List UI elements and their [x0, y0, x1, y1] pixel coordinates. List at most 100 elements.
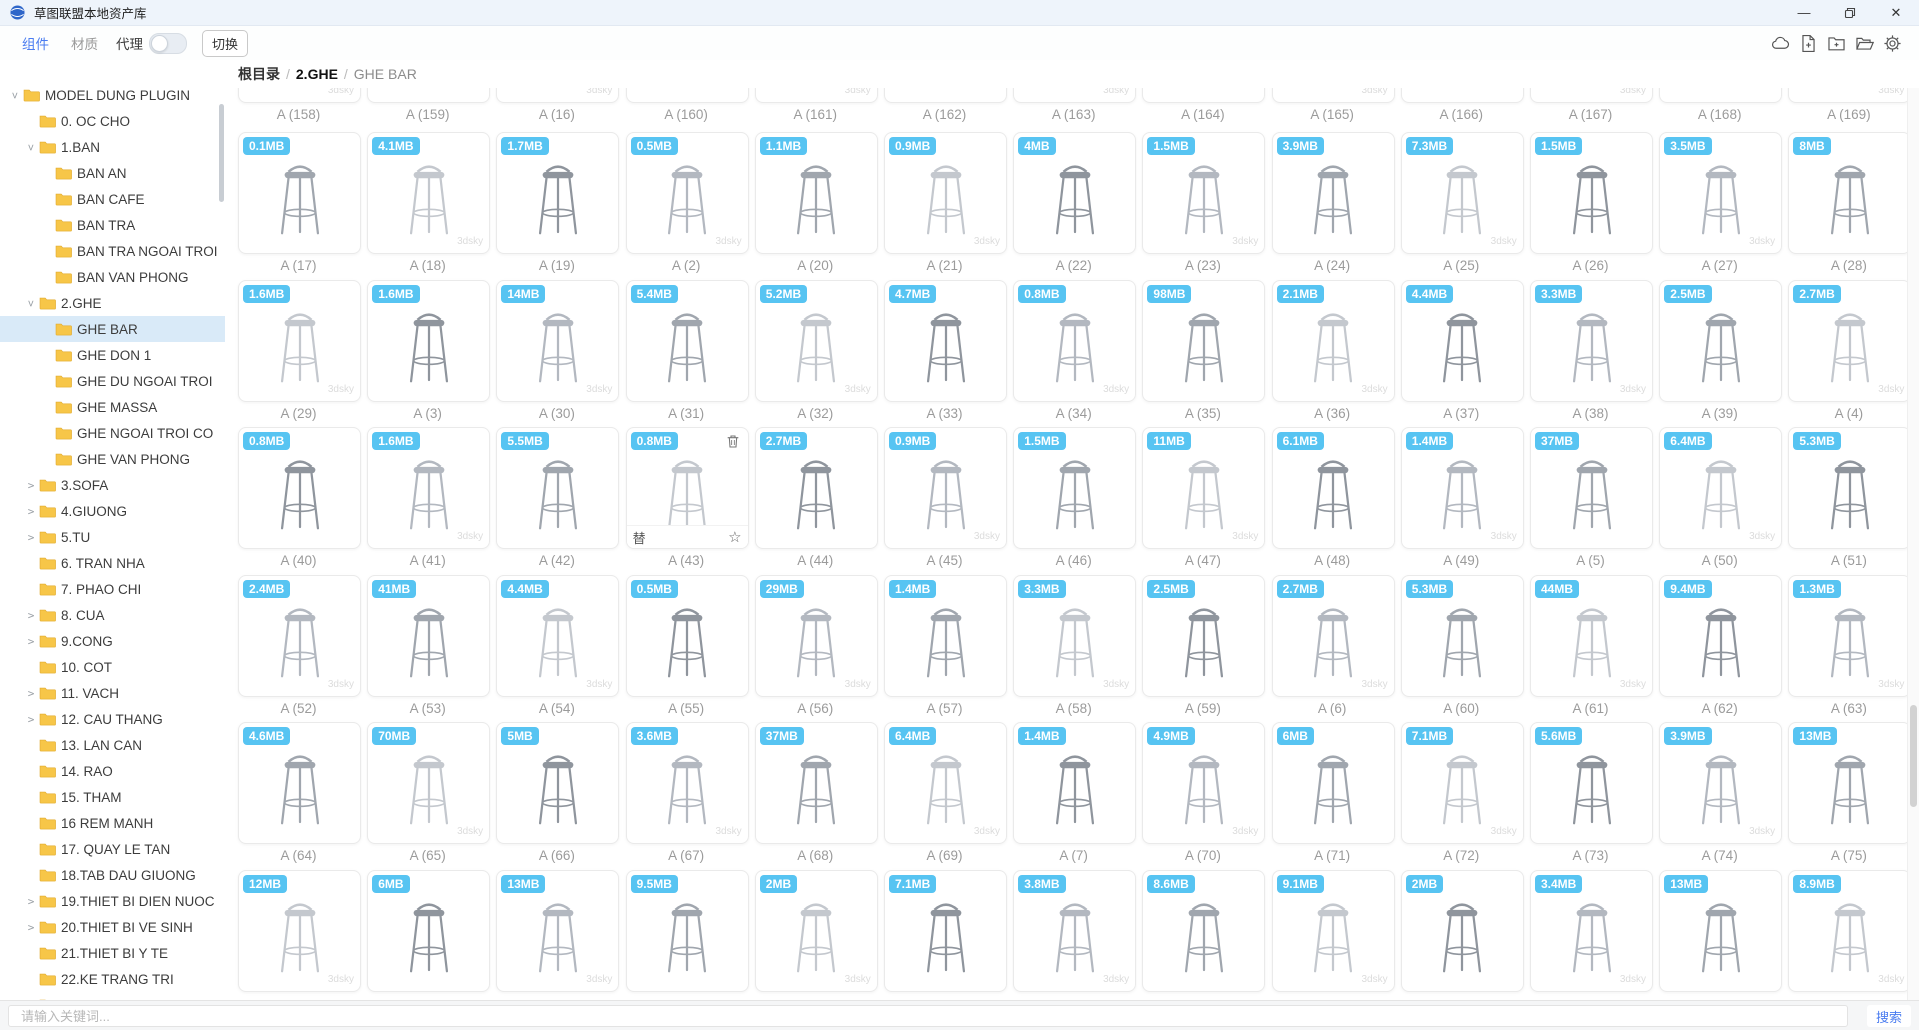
asset-card[interactable]: 6MB [1272, 722, 1395, 844]
asset-card[interactable]: 3dsky29MB [755, 575, 878, 697]
star-icon[interactable]: ☆ [728, 528, 741, 546]
sidebar-item[interactable]: >4.GIUONG [0, 498, 225, 524]
chevron-icon[interactable]: > [24, 921, 38, 934]
asset-card[interactable]: 1.4MB [1013, 722, 1136, 844]
asset-card[interactable]: 13MB [1659, 870, 1782, 992]
asset-card[interactable]: 3dsky7.1MB [1401, 722, 1524, 844]
asset-card[interactable]: 1.7MB [496, 132, 619, 254]
sidebar-item[interactable]: 22.KE TRANG TRI [0, 966, 225, 992]
tab-materials[interactable]: 材质 [71, 33, 98, 53]
sidebar-item[interactable]: 14. RAO [0, 758, 225, 784]
trash-icon[interactable] [725, 433, 741, 449]
asset-card[interactable]: 0.8MB [238, 427, 361, 549]
sidebar-item[interactable]: >1.BAN [0, 134, 225, 160]
chevron-icon[interactable]: > [24, 687, 38, 700]
asset-card[interactable]: 5.3MB [1401, 575, 1524, 697]
sidebar-item[interactable]: >3.SOFA [0, 472, 225, 498]
sidebar-item[interactable]: >11. VACH [0, 680, 225, 706]
asset-card[interactable]: 3dsky3.8MB [1013, 870, 1136, 992]
sidebar-item[interactable]: 10. COT [0, 654, 225, 680]
sidebar-item[interactable]: 16 REM MANH [0, 810, 225, 836]
asset-card[interactable]: 3dsky13MB [496, 870, 619, 992]
asset-card[interactable]: 3.9MB [1272, 132, 1395, 254]
chevron-icon[interactable]: > [25, 140, 38, 154]
asset-card[interactable]: 3dsky11MB [1142, 427, 1265, 549]
folder-open-icon[interactable] [1855, 34, 1874, 53]
asset-card[interactable]: 0.5MB [626, 575, 749, 697]
asset-card[interactable]: 6.1MB [1272, 427, 1395, 549]
sidebar-tree[interactable]: >MODEL DUNG PLUGIN0. OC CHO>1.BANBAN ANB… [0, 60, 226, 1000]
asset-card[interactable]: 4.4MB [1401, 280, 1524, 402]
asset-card[interactable]: 2.5MB [1659, 280, 1782, 402]
chevron-icon[interactable]: > [24, 635, 38, 648]
sidebar-item[interactable]: BAN TRA [0, 212, 225, 238]
sidebar-item[interactable]: >5.TU [0, 524, 225, 550]
sidebar-item[interactable]: >MODEL DUNG PLUGIN [0, 82, 225, 108]
asset-card[interactable]: 1.1MB [755, 132, 878, 254]
asset-card[interactable]: 3dsky6.4MB [884, 722, 1007, 844]
close-button[interactable]: ✕ [1873, 0, 1919, 25]
chevron-icon[interactable]: > [24, 609, 38, 622]
sidebar-item[interactable]: 15. THAM [0, 784, 225, 810]
asset-card[interactable]: 5MB [496, 722, 619, 844]
asset-card[interactable]: 37MB [755, 722, 878, 844]
sidebar-item[interactable]: GHE DON 1 [0, 342, 225, 368]
asset-card[interactable]: 3dsky1.3MB [1788, 575, 1911, 697]
asset-card[interactable]: 2.5MB [1142, 575, 1265, 697]
asset-card[interactable]: 4.7MB [884, 280, 1007, 402]
asset-card[interactable]: 8.6MB [1142, 870, 1265, 992]
sidebar-item[interactable]: BAN TRA NGOAI TROI [0, 238, 225, 264]
sidebar-item[interactable]: 13. LAN CAN [0, 732, 225, 758]
sidebar-item[interactable]: 18.TAB DAU GIUONG [0, 862, 225, 888]
asset-card[interactable]: 1.6MB [367, 280, 490, 402]
asset-card[interactable]: 5.3MB [1788, 427, 1911, 549]
breadcrumb-root[interactable]: 根目录 [238, 64, 280, 84]
asset-card[interactable]: 3dsky3.9MB [1659, 722, 1782, 844]
asset-card[interactable]: 3dsky2MB [755, 870, 878, 992]
chevron-icon[interactable]: > [24, 895, 38, 908]
breadcrumb-category[interactable]: 2.GHE [296, 66, 338, 82]
settings-icon[interactable] [1883, 34, 1902, 53]
asset-card[interactable]: 13MB [1788, 722, 1911, 844]
sidebar-item[interactable]: GHE DU NGOAI TROI [0, 368, 225, 394]
sidebar-item[interactable]: 17. QUAY LE TAN [0, 836, 225, 862]
asset-card[interactable]: 7.1MB [884, 870, 1007, 992]
sidebar-item[interactable]: >19.THIET BI DIEN NUOC [0, 888, 225, 914]
sidebar-item[interactable]: >9.CONG [0, 628, 225, 654]
proxy-toggle[interactable] [149, 33, 187, 54]
asset-card[interactable]: 3dsky0.8MB替☆ [626, 427, 749, 549]
sidebar-item[interactable]: BAN CAFE [0, 186, 225, 212]
asset-card[interactable]: 3dsky3.5MB [1659, 132, 1782, 254]
sidebar-item[interactable]: >20.THIET BI VE SINH [0, 914, 225, 940]
chevron-icon[interactable]: > [24, 479, 38, 492]
asset-card[interactable]: 3dsky5.2MB [755, 280, 878, 402]
asset-card[interactable]: 1.4MB [884, 575, 1007, 697]
maximize-button[interactable] [1827, 0, 1873, 25]
cloud-icon[interactable] [1771, 34, 1790, 53]
asset-card[interactable]: 3dsky8.9MB [1788, 870, 1911, 992]
chevron-icon[interactable]: > [24, 531, 38, 544]
asset-card[interactable]: 3dsky3.6MB [626, 722, 749, 844]
asset-card[interactable]: 5.4MB [626, 280, 749, 402]
asset-card[interactable]: 3dsky2.7MB [1272, 575, 1395, 697]
asset-card[interactable]: 3dsky4.4MB [496, 575, 619, 697]
file-add-icon[interactable] [1799, 34, 1818, 53]
asset-card[interactable]: 3dsky14MB [496, 280, 619, 402]
sidebar-item[interactable]: 0. OC CHO [0, 108, 225, 134]
asset-card[interactable]: 3dsky44MB [1530, 575, 1653, 697]
chevron-icon[interactable]: > [9, 88, 22, 102]
chevron-icon[interactable]: > [25, 296, 38, 310]
asset-card[interactable]: 3dsky4.1MB [367, 132, 490, 254]
minimize-button[interactable]: — [1781, 0, 1827, 25]
asset-card[interactable]: 3dsky4.9MB [1142, 722, 1265, 844]
asset-card[interactable]: 98MB [1142, 280, 1265, 402]
asset-card[interactable]: 6MB [367, 870, 490, 992]
sidebar-item[interactable]: BAN VAN PHONG [0, 264, 225, 290]
sidebar-item[interactable]: BAN AN [0, 160, 225, 186]
folder-add-icon[interactable] [1827, 34, 1846, 53]
asset-card[interactable]: 3dsky7.3MB [1401, 132, 1524, 254]
asset-card[interactable]: 3dsky0.9MB [884, 427, 1007, 549]
asset-card[interactable]: 3dsky0.5MB [626, 132, 749, 254]
sidebar-item[interactable]: 23.KE TIVI [0, 992, 225, 1000]
asset-card[interactable]: 3dsky3.4MB [1530, 870, 1653, 992]
